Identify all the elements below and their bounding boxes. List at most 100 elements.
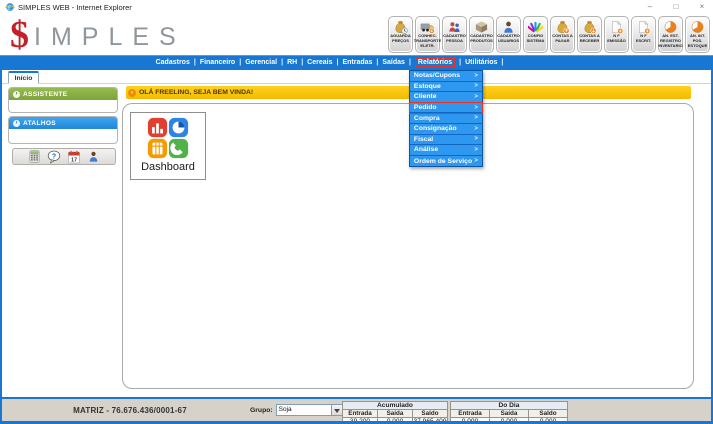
toolbar-button-label: N F EMISSÃO — [605, 34, 628, 44]
atalhos-header[interactable]: › ATALHOS — [9, 117, 117, 129]
dropdown-item-analise[interactable]: Análise > — [410, 145, 482, 156]
toolbar-button-cadastro-pessoa[interactable]: CADASTRO PESSOA — [442, 16, 467, 53]
grupo-select[interactable]: Soja — [276, 404, 344, 416]
menu-relatorios[interactable]: Relatórios Notas/Cupons > Estoque > Clie… — [412, 55, 458, 70]
menu-bar: Cadastros | Financeiro | Gerencial | RH … — [0, 55, 713, 70]
toolbar-button-label: CONTAS A RECEBER — [578, 34, 601, 44]
submenu-arrow-icon: > — [474, 83, 478, 89]
submenu-arrow-icon: > — [474, 115, 478, 121]
main-area: Início › ASSISTENTE › ATALHOS — [0, 70, 713, 397]
minimize-button[interactable]: – — [644, 0, 656, 14]
toolbar-button-label: CONFIG SISTEMA — [524, 34, 547, 44]
toolbar-button-label: N F ESCRIT. — [632, 34, 655, 44]
grupo-field: Grupo: Soja — [250, 404, 344, 416]
dropdown-item-fiscal[interactable]: Fiscal > — [410, 135, 482, 146]
column-header: Entrada — [451, 410, 490, 418]
dropdown-item-consignacao[interactable]: Consignação > — [410, 124, 482, 135]
dashboard-icon — [147, 117, 189, 159]
toolbar-button-cadastro-produtos[interactable]: CADASTRO PRODUTOS — [469, 16, 494, 53]
submenu-arrow-icon: > — [474, 126, 478, 132]
menu-rh[interactable]: RH — [284, 55, 300, 70]
acumulado-title: Acumulado — [343, 402, 448, 410]
user-profile-icon[interactable] — [87, 150, 100, 163]
dropdown-item-label: Consignação — [414, 125, 457, 132]
dropdown-item-pedido[interactable]: Pedido > — [410, 103, 482, 114]
toolbar-button-analise-registro-inventario[interactable]: AN. EST. REGISTRO INVENTARIO — [658, 16, 683, 53]
toolbar-button-label: AN. EST. REGISTRO INVENTARIO — [657, 34, 683, 48]
toolbar-button-nf-escrituracao[interactable]: N F ESCRIT. — [631, 16, 656, 53]
calculator-icon[interactable] — [28, 150, 41, 163]
help-icon[interactable]: ? — [47, 150, 61, 164]
chevron-right-icon: › — [13, 91, 20, 98]
toolbar-button-contas-a-pagar[interactable]: CONTAS A PAGAR — [550, 16, 575, 53]
dropdown-item-ordem-de-servico[interactable]: Ordem de Serviço > — [410, 156, 482, 167]
dropdown-item-compra[interactable]: Compra > — [410, 113, 482, 124]
toolbar-button-nf-emissao[interactable]: N F EMISSÃO — [604, 16, 629, 53]
truck-icon — [420, 19, 435, 34]
dashboard-label: Dashboard — [141, 161, 195, 173]
tab-inicio[interactable]: Início — [8, 71, 39, 84]
dashboard-shortcut[interactable]: Dashboard — [130, 112, 206, 180]
menu-gerencial[interactable]: Gerencial — [242, 55, 280, 70]
company-cnpj: MATRIZ - 76.676.436/0001-67 — [40, 406, 220, 415]
dropdown-item-label: Notas/Cupons — [414, 72, 460, 79]
maximize-button[interactable]: □ — [670, 0, 682, 14]
toolbar-button-analise-posicao-estoque[interactable]: AN. INT. POS. ESTOQUE — [685, 16, 710, 53]
dropdown-item-label: Pedido — [414, 104, 437, 111]
people-icon — [447, 19, 462, 34]
dropdown-item-cliente[interactable]: Cliente > — [410, 92, 482, 103]
column-header: Saldo — [413, 410, 448, 418]
menu-financeiro[interactable]: Financeiro — [197, 55, 238, 70]
dropdown-arrow-icon[interactable] — [331, 405, 343, 415]
submenu-arrow-icon: > — [474, 105, 478, 111]
submenu-arrow-icon: > — [474, 94, 478, 100]
toolbar-button-label: CONHEC. TRANSPORTE ELETR. — [413, 34, 443, 48]
user-icon — [501, 19, 516, 34]
dropdown-item-label: Cliente — [414, 93, 437, 100]
column-header: Saída — [378, 410, 413, 418]
submenu-arrow-icon: > — [474, 73, 478, 79]
chevron-right-icon: › — [13, 120, 20, 127]
greeting-text: OLÁ FREELING, SEJA BEM VINDA! — [139, 89, 253, 96]
toolbar-button-cadastro-usuarios[interactable]: CADASTRO USUARIOS — [496, 16, 521, 53]
dropdown-item-label: Compra — [414, 115, 440, 122]
menu-entradas[interactable]: Entradas — [339, 55, 375, 70]
dropdown-item-estoque[interactable]: Estoque > — [410, 82, 482, 93]
toolbar-button-contas-a-receber[interactable]: CONTAS A RECEBER — [577, 16, 602, 53]
menu-cereais[interactable]: Cereais — [304, 55, 335, 70]
calendar-icon[interactable]: 17 — [67, 150, 81, 164]
column-header: Saldo — [529, 410, 568, 418]
pie-chart-icon — [690, 19, 705, 34]
column-header: Entrada — [343, 410, 378, 418]
tab-strip-divider — [2, 83, 711, 84]
svg-text:17: 17 — [71, 157, 77, 163]
assistente-header[interactable]: › ASSISTENTE — [9, 88, 117, 100]
grupo-label: Grupo: — [250, 407, 273, 414]
logo-wordmark: IMPLES — [34, 23, 186, 52]
document-add-icon — [609, 19, 624, 34]
close-button[interactable]: × — [696, 0, 708, 14]
toolbar-button-label: AN. INT. POS. ESTOQUE — [686, 34, 709, 48]
title-bar: e SIMPLES WEB - Internet Explorer – □ × — [0, 0, 713, 14]
menu-row: Cadastros | Financeiro | Gerencial | RH … — [153, 55, 505, 70]
relatorios-dropdown-menu: Notas/Cupons > Estoque > Cliente > Pedid… — [409, 70, 483, 167]
submenu-arrow-icon: > — [474, 158, 478, 164]
toolbar-button-conhec-transporte[interactable]: CONHEC. TRANSPORTE ELETR. — [415, 16, 440, 53]
dropdown-item-label: Análise — [414, 146, 438, 153]
column-header: Saída — [490, 410, 529, 418]
menu-utilitarios[interactable]: Utilitários — [462, 55, 500, 70]
menu-saidas[interactable]: Saídas — [379, 55, 408, 70]
window-title: SIMPLES WEB - Internet Explorer — [18, 3, 132, 12]
toolbar-button-label: CADASTRO PRODUTOS — [469, 34, 494, 44]
toolbar-button-aguarda-precos[interactable]: AGUARDA PREÇOS — [388, 16, 413, 53]
header: $ IMPLES AGUARDA PREÇOS — [0, 14, 713, 55]
toolbar-button-config-sistema[interactable]: CONFIG SISTEMA — [523, 16, 548, 53]
internet-explorer-icon: e — [5, 2, 15, 12]
assistente-panel: › ASSISTENTE — [8, 87, 118, 113]
product-box-icon — [474, 19, 489, 34]
toolbar-button-label: CONTAS A PAGAR — [551, 34, 574, 44]
menu-cadastros[interactable]: Cadastros — [153, 55, 193, 70]
window-frame-left — [0, 70, 2, 421]
logo-dollar-sign: $ — [10, 17, 29, 53]
dropdown-item-notas-cupons[interactable]: Notas/Cupons > — [410, 71, 482, 82]
